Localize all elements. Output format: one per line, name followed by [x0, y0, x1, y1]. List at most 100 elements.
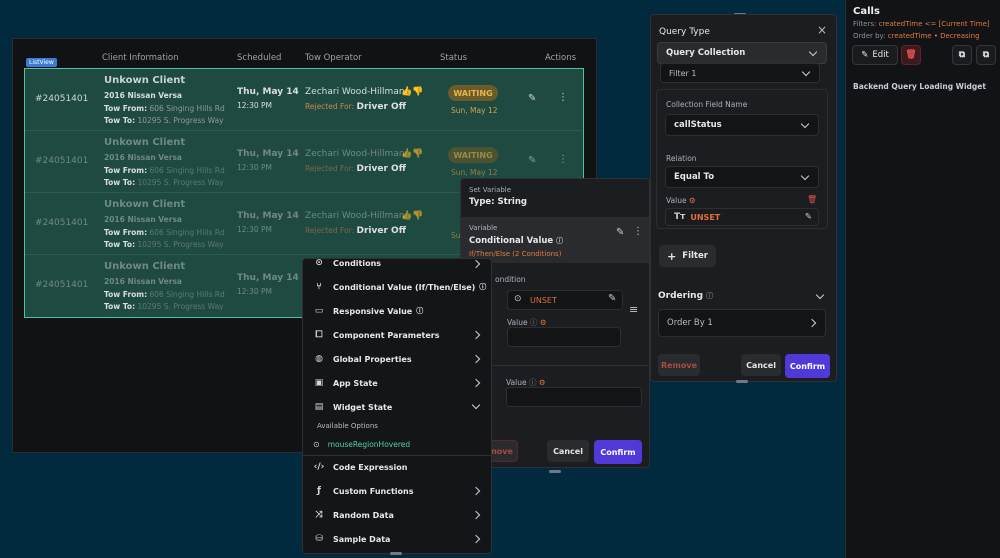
value-field[interactable]: Tт UNSET ✎ — [665, 208, 819, 226]
relation-label: Relation — [666, 154, 697, 163]
menu-item-custom-functions[interactable]: ƒ Custom Functions — [303, 479, 491, 503]
chevron-right-icon — [471, 510, 481, 520]
add-filter-button[interactable]: + Filter — [659, 245, 716, 267]
vehicle: 2016 Nissan Versa — [104, 277, 182, 286]
menu-item-random-data[interactable]: ⤨ Random Data — [303, 503, 491, 527]
confirm-button[interactable]: Confirm — [594, 440, 642, 464]
chevron-down-icon — [800, 119, 810, 129]
thumbs-icon[interactable]: 👍👎 — [401, 211, 423, 221]
toggle-icon: ⊙ — [514, 294, 522, 304]
value-input[interactable] — [507, 327, 621, 347]
toggle-icon: ⊙ — [313, 439, 320, 449]
widget-state-icon: ▤ — [314, 402, 324, 412]
tow-to: Tow To: 10295 S. Progress Way — [104, 116, 224, 125]
close-icon[interactable]: × — [817, 23, 827, 37]
shuffle-icon: ⤨ — [315, 510, 323, 520]
cancel-button[interactable]: Cancel — [547, 440, 589, 462]
code-icon: ‹/› — [313, 462, 325, 472]
trash-icon[interactable]: 🗑 — [807, 195, 817, 204]
variable-type: Type: String — [469, 197, 527, 207]
menu-item-global-properties[interactable]: ◍ Global Properties — [303, 347, 491, 371]
drag-handle-icon[interactable]: ≡ — [629, 303, 638, 316]
option-mouse-region-hovered[interactable]: ⊙ mouseRegionHovered — [313, 437, 489, 451]
scheduled-time: 12:30 PM — [237, 163, 272, 172]
vehicle: 2016 Nissan Versa — [104, 215, 182, 224]
query-type-panel: Query Type × Query Collection Filter 1 C… — [650, 14, 837, 382]
tow-from: Tow From: 606 Singing Hills Rd — [104, 166, 225, 175]
menu-item-code-expression[interactable]: ‹/› Code Expression — [303, 455, 491, 479]
function-icon: ƒ — [317, 486, 321, 496]
resize-handle[interactable] — [736, 380, 748, 383]
rejected-for: Rejected For: Driver Off — [305, 226, 406, 236]
chevron-down-icon — [801, 67, 811, 77]
menu-item-app-state[interactable]: ▣ App State — [303, 371, 491, 395]
field-select[interactable]: callStatus — [665, 114, 819, 136]
ordering-label: Ordering ⓘ — [658, 291, 714, 301]
chevron-right-icon — [471, 486, 481, 496]
query-title: Calls — [853, 6, 880, 17]
menu-item-widget-state[interactable]: ▤ Widget State — [303, 395, 491, 419]
thumbs-icon[interactable]: 👍👎 — [401, 149, 423, 159]
confirm-button[interactable]: Confirm — [785, 354, 830, 378]
text-type-icon: Tт — [674, 212, 686, 222]
variable-value: Conditional Value ⓘ — [469, 236, 564, 246]
responsive-icon: ▭ — [314, 306, 324, 316]
tow-to: Tow To: 10295 S. Progress Way — [104, 302, 224, 311]
more-icon[interactable]: ⋮ — [558, 154, 568, 165]
operator-name: Zechari Wood-Hillman — [305, 149, 405, 159]
filters-text: Filters: createdTime <= [Current Time] — [853, 20, 990, 28]
query-type-select[interactable]: Query Collection — [657, 42, 827, 64]
menu-item-conditional-value[interactable]: ⑂ Conditional Value (If/Then/Else) ⓘ — [303, 275, 491, 299]
scheduled-date: Thu, May 14 — [237, 211, 299, 221]
edit-icon[interactable]: ✎ — [528, 155, 536, 166]
more-icon[interactable]: ⋮ — [558, 92, 568, 103]
field-label: Collection Field Name — [666, 100, 748, 109]
call-id: #24051401 — [35, 280, 89, 290]
menu-item-sample-data[interactable]: ⛁ Sample Data — [303, 527, 491, 551]
menu-item-conditions[interactable]: ⊙ Conditions — [303, 251, 491, 275]
cancel-button[interactable]: Cancel — [741, 354, 781, 376]
database-icon: ⛁ — [315, 534, 323, 544]
tow-from: Tow From: 606 Singing Hills Rd — [104, 228, 225, 237]
edit-icon[interactable]: ✎ — [528, 93, 536, 104]
thumbs-icon[interactable]: 👍👎 — [401, 87, 423, 97]
duplicate-icon[interactable]: ⧉ — [976, 45, 996, 65]
delete-icon[interactable]: 🗑 — [901, 45, 921, 65]
menu-item-responsive-value[interactable]: ▭ Responsive Value ⓘ — [303, 299, 491, 323]
more-icon[interactable]: ⋮ — [633, 226, 643, 237]
status-date: Sun, May 12 — [451, 168, 498, 177]
rejected-for: Rejected For: Driver Off — [305, 102, 406, 112]
properties-panel: Calls Filters: createdTime <= [Current T… — [845, 0, 1000, 558]
remove-button[interactable]: Remove — [658, 354, 700, 376]
app-state-icon: ▣ — [314, 378, 324, 388]
order-text: Order by: createdTime • Decreasing — [853, 32, 980, 40]
header-scheduled: Scheduled — [237, 53, 282, 63]
header-client-info: Client Information — [102, 53, 179, 63]
tow-to: Tow To: 10295 S. Progress Way — [104, 240, 224, 249]
variable-label: Variable — [469, 224, 498, 232]
value-input[interactable] — [506, 387, 642, 407]
condition-value-field[interactable]: ⊙ UNSET ✎ — [507, 290, 623, 310]
edit-icon[interactable]: ✎ — [608, 293, 616, 304]
chevron-down-icon — [808, 47, 818, 57]
menu-item-component-parameters[interactable]: ⧠ Component Parameters — [303, 323, 491, 347]
edit-query-button[interactable]: ✎ Edit — [852, 45, 898, 65]
tow-to: Tow To: 10295 S. Progress Way — [104, 178, 224, 187]
query-type-title: Query Type — [659, 27, 710, 37]
edit-icon[interactable]: ✎ — [805, 212, 812, 222]
relation-select[interactable]: Equal To — [665, 166, 819, 188]
filter-select[interactable]: Filter 1 — [660, 63, 820, 83]
resize-handle[interactable] — [549, 470, 561, 473]
copy-icon[interactable]: ⧉ — [952, 45, 972, 65]
value-source-menu: ⊙ Conditions ⑂ Conditional Value (If/Then/… — [302, 258, 492, 554]
resize-handle[interactable] — [390, 552, 402, 555]
table-row[interactable]: #24051401 Unkown Client 2016 Nissan Vers… — [25, 69, 582, 131]
set-variable-label: Set Variable — [469, 186, 512, 194]
chevron-down-icon[interactable] — [815, 290, 825, 300]
plus-icon: + — [667, 249, 677, 263]
chevron-right-icon — [807, 318, 817, 328]
scheduled-time: 12:30 PM — [237, 287, 272, 296]
edit-icon[interactable]: ✎ — [616, 227, 624, 238]
order-by-item[interactable]: Order By 1 — [658, 309, 826, 337]
globe-icon: ◍ — [315, 354, 323, 364]
